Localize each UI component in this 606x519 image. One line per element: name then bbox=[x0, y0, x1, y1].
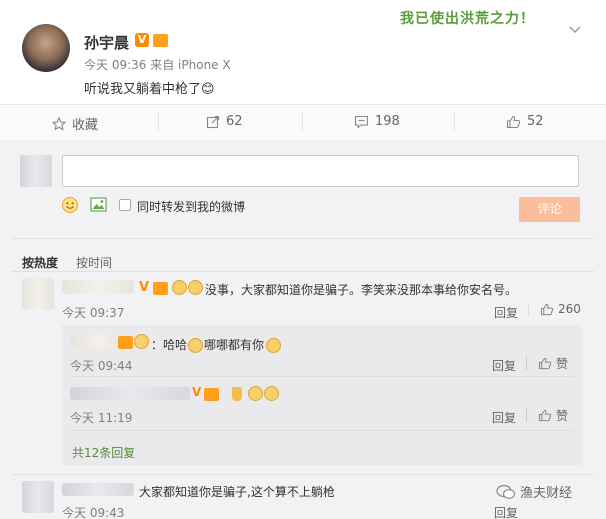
comment-text: 没事，大家都知道你是骗子。李笑来没那本事给你安名号。 bbox=[205, 283, 518, 297]
reply-time: 今天 11:19 bbox=[70, 411, 133, 425]
sort-by-time-tab[interactable]: 按时间 bbox=[76, 254, 112, 271]
comment-like-button[interactable]: 260 bbox=[540, 302, 581, 316]
replier-name[interactable] bbox=[70, 335, 125, 348]
emoji-icon[interactable] bbox=[61, 196, 79, 214]
level-badge-icon bbox=[118, 336, 133, 349]
thumbs-up-icon bbox=[506, 115, 521, 129]
commenter-avatar[interactable] bbox=[22, 481, 54, 513]
more-replies-link[interactable]: 共12条回复 bbox=[72, 444, 135, 461]
verified-badge-icon: V bbox=[138, 280, 150, 295]
submit-comment-button[interactable]: 评论 bbox=[519, 197, 580, 222]
sort-by-hot-tab[interactable]: 按热度 bbox=[22, 254, 58, 271]
thumbs-up-icon bbox=[540, 303, 554, 316]
level-badge-icon bbox=[153, 34, 168, 47]
banner-text: 我已使出洪荒之力！ bbox=[400, 11, 535, 27]
verified-badge-icon: V bbox=[192, 385, 202, 399]
reply-button[interactable]: 回复 bbox=[494, 304, 518, 321]
cat-emoji-icon bbox=[188, 280, 203, 295]
reply-button[interactable]: 回复 bbox=[494, 504, 518, 519]
verified-badge-icon: V bbox=[135, 33, 149, 47]
chevron-down-icon[interactable] bbox=[569, 26, 581, 34]
reply-button[interactable]: 回复 bbox=[492, 357, 516, 374]
post-text: 听说我又躺着中枪了😊 bbox=[84, 82, 215, 97]
cat-emoji-icon bbox=[188, 338, 204, 353]
reply-button[interactable]: 回复 bbox=[492, 409, 516, 426]
author-avatar[interactable] bbox=[22, 24, 70, 72]
star-icon bbox=[52, 116, 66, 131]
comment-time: 今天 09:43 bbox=[62, 506, 125, 519]
level-badge-icon bbox=[204, 388, 219, 401]
reply-time: 今天 09:44 bbox=[70, 359, 133, 373]
image-icon[interactable] bbox=[90, 197, 107, 212]
favorite-button[interactable]: 收藏 bbox=[52, 114, 98, 133]
comment-text: 大家都知道你是骗子,这个算不上躺枪 bbox=[139, 485, 335, 499]
replier-name[interactable] bbox=[70, 387, 190, 400]
watermark: 渔夫财经 bbox=[496, 482, 572, 501]
repost-icon bbox=[206, 115, 220, 129]
level-badge-icon bbox=[153, 282, 168, 295]
commenter-avatar[interactable] bbox=[22, 278, 54, 310]
comment-icon bbox=[354, 115, 369, 129]
repost-button[interactable]: 62 bbox=[206, 114, 243, 129]
cat-emoji-icon bbox=[172, 280, 187, 295]
wechat-icon bbox=[496, 484, 516, 500]
trophy-emoji-icon bbox=[232, 387, 242, 401]
commenter-name[interactable] bbox=[62, 483, 134, 496]
comment-input[interactable] bbox=[62, 155, 579, 187]
commenter-name[interactable] bbox=[62, 280, 134, 294]
reply-like-button[interactable]: 赞 bbox=[538, 355, 568, 372]
emoji-icon bbox=[134, 334, 149, 349]
thumbs-up-icon bbox=[538, 409, 552, 422]
also-repost-label[interactable]: 同时转发到我的微博 bbox=[137, 198, 245, 215]
reply-text: ：哈哈 哪哪都有你 bbox=[151, 336, 283, 353]
laugh-emoji-icon bbox=[248, 386, 263, 401]
my-avatar bbox=[20, 155, 52, 187]
author-name[interactable]: 孙宇晨 bbox=[84, 32, 129, 53]
reply-like-button[interactable]: 赞 bbox=[538, 407, 568, 424]
laugh-emoji-icon bbox=[264, 386, 279, 401]
smile-emoji-icon bbox=[266, 338, 282, 353]
like-button[interactable]: 52 bbox=[506, 114, 544, 129]
also-repost-checkbox[interactable] bbox=[119, 199, 131, 211]
thumbs-up-icon bbox=[538, 357, 552, 370]
comment-button[interactable]: 198 bbox=[354, 114, 400, 129]
comment-time: 今天 09:37 bbox=[62, 306, 125, 320]
post-time[interactable]: 今天 09:36 来自 iPhone X bbox=[84, 56, 231, 73]
